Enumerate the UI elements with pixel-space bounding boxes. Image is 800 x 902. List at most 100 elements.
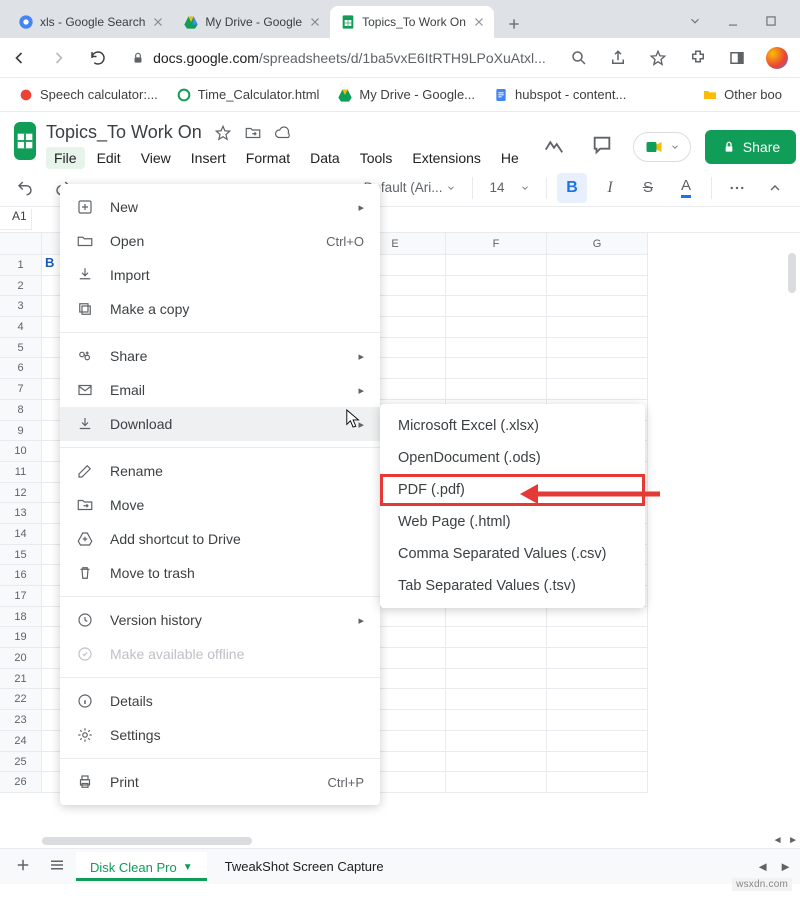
row-header[interactable]: 11 [0,462,42,483]
doc-title[interactable]: Topics_To Work On [46,122,202,143]
italic-button[interactable]: I [595,173,625,203]
cell[interactable] [547,317,648,338]
cell[interactable] [446,731,547,752]
menu-view[interactable]: View [133,147,179,169]
bookmark[interactable]: Speech calculator:... [18,87,158,103]
cell[interactable] [446,627,547,648]
cell[interactable] [446,607,547,628]
menu-tools[interactable]: Tools [352,147,401,169]
row-header[interactable]: 23 [0,710,42,731]
row-header[interactable]: 25 [0,752,42,773]
menu-help[interactable]: He [493,147,527,169]
download-option[interactable]: Comma Separated Values (.csv) [380,538,645,570]
menu-item-print[interactable]: Print Ctrl+P [60,765,380,799]
cell[interactable] [547,338,648,359]
scrollbar-thumb[interactable] [42,837,252,845]
cell[interactable] [547,669,648,690]
bold-button[interactable]: B [557,173,587,203]
horizontal-scrollbar[interactable] [42,836,788,846]
row-header[interactable]: 24 [0,731,42,752]
sheet-nav-left[interactable]: ◄ [756,859,769,874]
menu-item-make-a-copy[interactable]: Make a copy [60,292,380,326]
bookmark[interactable]: My Drive - Google... [337,87,475,103]
font-size-select[interactable]: 14 [483,180,536,195]
sidepanel-icon[interactable] [721,41,755,75]
cell[interactable] [547,276,648,297]
menu-item-rename[interactable]: Rename [60,454,380,488]
cell[interactable] [547,689,648,710]
column-header[interactable]: F [446,233,547,255]
cell[interactable] [547,752,648,773]
browser-tab[interactable]: xls - Google Search [8,6,173,38]
download-option[interactable]: Tab Separated Values (.tsv) [380,570,645,602]
name-box[interactable]: A1 [0,209,32,230]
cell[interactable] [446,689,547,710]
menu-item-add-shortcut-to-drive[interactable]: Add shortcut to Drive [60,522,380,556]
bookmark[interactable]: hubspot - content... [493,87,626,103]
browser-tab-active[interactable]: Topics_To Work On [330,6,494,38]
menu-item-settings[interactable]: Settings [60,718,380,752]
menu-item-open[interactable]: Open Ctrl+O [60,224,380,258]
close-icon[interactable] [472,15,486,29]
menu-item-share[interactable]: Share ▸ [60,339,380,373]
text-color-button[interactable]: A [671,173,701,203]
row-header[interactable]: 6 [0,358,42,379]
row-header[interactable]: 22 [0,689,42,710]
url-box[interactable]: docs.google.com/spreadsheets/d/1ba5vxE6I… [121,43,556,73]
cell[interactable] [446,317,547,338]
row-header[interactable]: 4 [0,317,42,338]
activity-icon[interactable] [537,128,571,165]
sheets-logo[interactable] [14,122,36,160]
browser-tab[interactable]: My Drive - Google [173,6,330,38]
cell[interactable] [547,296,648,317]
row-header[interactable]: 15 [0,545,42,566]
strikethrough-button[interactable]: S [633,173,663,203]
cell[interactable] [446,358,547,379]
menu-item-version-history[interactable]: Version history ▸ [60,603,380,637]
vertical-scrollbar[interactable] [788,253,798,832]
close-icon[interactable] [151,15,165,29]
new-tab-button[interactable] [500,10,528,38]
cell[interactable] [547,358,648,379]
sheet-nav-right[interactable]: ► [779,859,792,874]
row-header[interactable]: 19 [0,627,42,648]
row-header[interactable]: 20 [0,648,42,669]
row-header[interactable]: 9 [0,421,42,442]
row-header[interactable]: 8 [0,400,42,421]
cell[interactable] [547,648,648,669]
menu-item-move-to-trash[interactable]: Move to trash [60,556,380,590]
row-header[interactable]: 26 [0,772,42,793]
scrollbar-thumb[interactable] [788,253,796,293]
cell[interactable] [547,772,648,793]
menu-extensions[interactable]: Extensions [404,147,488,169]
all-sheets-button[interactable] [42,850,72,883]
comments-icon[interactable] [585,128,619,165]
share-icon[interactable] [602,41,636,75]
zoom-icon[interactable] [562,41,596,75]
menu-item-email[interactable]: Email ▸ [60,373,380,407]
cell[interactable] [446,710,547,731]
menu-format[interactable]: Format [238,147,298,169]
column-header[interactable]: G [547,233,648,255]
cell[interactable] [547,710,648,731]
menu-file[interactable]: File [46,147,85,169]
menu-item-move[interactable]: Move [60,488,380,522]
add-sheet-button[interactable] [8,850,38,883]
chevron-down-icon[interactable]: ▼ [183,862,193,873]
cell[interactable] [446,752,547,773]
download-option[interactable]: Web Page (.html) [380,506,645,538]
download-option[interactable]: Microsoft Excel (.xlsx) [380,410,645,442]
cell[interactable] [547,731,648,752]
cell[interactable] [446,296,547,317]
cell[interactable] [446,648,547,669]
back-button[interactable] [2,41,36,75]
cell[interactable] [547,627,648,648]
row-header[interactable]: 17 [0,586,42,607]
menu-insert[interactable]: Insert [183,147,234,169]
avatar[interactable] [760,41,794,75]
share-button[interactable]: Share [705,130,796,164]
cell[interactable] [446,379,547,400]
undo-button[interactable] [10,173,40,203]
collapse-toolbar-button[interactable] [760,173,790,203]
row-header[interactable]: 12 [0,483,42,504]
